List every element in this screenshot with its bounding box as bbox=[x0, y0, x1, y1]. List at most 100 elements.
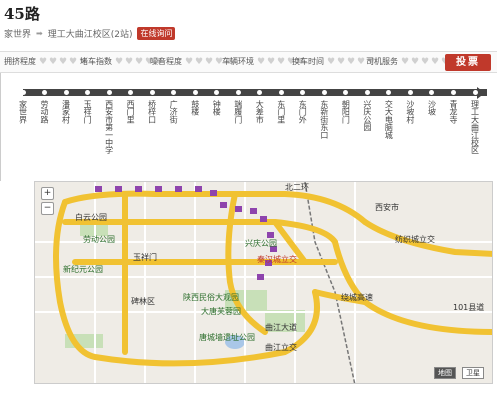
zoom-in-button[interactable]: + bbox=[41, 187, 54, 200]
rating-label: 堵车指数 bbox=[80, 57, 112, 66]
heart-icon[interactable]: ♥ bbox=[357, 57, 366, 66]
stop-name: 劳动路 bbox=[40, 100, 50, 124]
heart-icon[interactable]: ♥ bbox=[69, 57, 78, 66]
rating-label: 噪音程度 bbox=[150, 57, 182, 66]
rating-label: 换车时间 bbox=[292, 57, 324, 66]
heart-icon[interactable]: ♥ bbox=[49, 57, 58, 66]
stop-item[interactable]: 劳动路 bbox=[38, 90, 52, 123]
stop-name: 朝阳门 bbox=[341, 100, 351, 124]
map-label: 101县道 bbox=[453, 303, 485, 312]
heart-icon[interactable]: ♥ bbox=[347, 57, 356, 66]
stop-dot-icon bbox=[85, 90, 91, 95]
stop-dot-icon bbox=[149, 90, 155, 95]
stop-item[interactable]: 青龙寺 bbox=[446, 90, 460, 123]
stop-dot-icon bbox=[171, 90, 177, 95]
stop-item[interactable]: 沙坡 bbox=[425, 90, 439, 115]
stop-dot-icon bbox=[429, 90, 435, 95]
heart-icon[interactable]: ♥ bbox=[115, 57, 124, 66]
stop-item[interactable]: 鼓楼 bbox=[188, 90, 202, 115]
arrow-right-icon: ➡ bbox=[36, 29, 43, 38]
map-label: 玉祥门 bbox=[133, 253, 157, 262]
map-label: 唐城墙遗址公园 bbox=[199, 333, 255, 342]
heart-icon[interactable]: ♥ bbox=[135, 57, 144, 66]
route-to: 理工大曲江校区(2站) bbox=[47, 30, 133, 40]
stop-item[interactable]: 西安市第一中学 bbox=[102, 90, 116, 154]
heart-icon[interactable]: ♥ bbox=[257, 57, 266, 66]
stop-item[interactable]: 大差市 bbox=[253, 90, 267, 123]
stop-item[interactable]: 广济街 bbox=[167, 90, 181, 123]
heart-icon[interactable]: ♥ bbox=[185, 57, 194, 66]
heart-icon[interactable]: ♥ bbox=[421, 57, 430, 66]
stop-item[interactable]: 家世界 bbox=[16, 90, 30, 123]
stop-item[interactable]: 西门里 bbox=[124, 90, 138, 123]
map-label: 大唐芙蓉园 bbox=[201, 307, 241, 316]
map-label: 北二环 bbox=[285, 183, 309, 192]
stop-dot-icon bbox=[42, 90, 48, 95]
heart-icon[interactable]: ♥ bbox=[205, 57, 214, 66]
stop-dot-icon bbox=[321, 90, 327, 95]
stop-name: 西门里 bbox=[126, 100, 136, 124]
heart-icon[interactable]: ♥ bbox=[337, 57, 346, 66]
route-map[interactable]: + − 白云公园 劳动公园 新纪元公园 玉祥门 碑林区 陕西民俗大观园 大唐芙蓉… bbox=[34, 181, 493, 384]
stop-item[interactable]: 东新街东口 bbox=[317, 90, 331, 139]
map-label: 陕西民俗大观园 bbox=[183, 293, 239, 302]
stop-item[interactable]: 桥梓口 bbox=[145, 90, 159, 123]
heart-icon[interactable]: ♥ bbox=[431, 57, 440, 66]
stop-dot-icon bbox=[128, 90, 134, 95]
online-inquiry-badge[interactable]: 在线询问 bbox=[137, 27, 176, 40]
stop-dot-icon bbox=[450, 90, 456, 95]
stop-item[interactable]: 沙坡村 bbox=[403, 90, 417, 123]
stop-name: 端履门 bbox=[233, 100, 243, 124]
heart-icon[interactable]: ♥ bbox=[125, 57, 134, 66]
major-roads bbox=[53, 190, 492, 367]
map-label: 兴庆公园 bbox=[245, 239, 277, 248]
vote-button[interactable]: 投票 bbox=[445, 54, 491, 71]
map-label: 纺织城立交 bbox=[395, 235, 435, 244]
stop-item[interactable]: 东门里 bbox=[274, 90, 288, 123]
map-label: 西安市 bbox=[375, 203, 399, 212]
stop-item[interactable]: 交大电脑城 bbox=[382, 90, 396, 139]
map-label: 新纪元公园 bbox=[63, 265, 103, 274]
stop-item[interactable]: 理工大曲江校区 bbox=[468, 90, 482, 154]
stop-dot-icon bbox=[343, 90, 349, 95]
heart-icon[interactable]: ♥ bbox=[411, 57, 420, 66]
map-label: 劳动公园 bbox=[83, 235, 115, 244]
heart-icon[interactable]: ♥ bbox=[39, 57, 48, 66]
heart-icon[interactable]: ♥ bbox=[277, 57, 286, 66]
heart-icon[interactable]: ♥ bbox=[267, 57, 276, 66]
stop-name: 交大电脑城 bbox=[384, 100, 394, 139]
route-direction: 家世界 ➡ 理工大曲江校区(2站) 在线询问 bbox=[4, 27, 176, 40]
route-from: 家世界 bbox=[4, 30, 32, 40]
stop-dot-icon bbox=[257, 90, 263, 95]
stop-name: 桥梓口 bbox=[147, 100, 157, 124]
map-type-map-button[interactable]: 地图 bbox=[434, 367, 456, 379]
stop-dot-icon bbox=[214, 90, 220, 95]
stop-item[interactable]: 兴庆公园 bbox=[360, 90, 374, 131]
heart-icon[interactable]: ♥ bbox=[195, 57, 204, 66]
stop-item[interactable]: 钟楼 bbox=[210, 90, 224, 115]
stop-name: 大差市 bbox=[255, 100, 265, 124]
heart-rating[interactable]: ♥♥♥♥♥ bbox=[401, 57, 450, 66]
stop-name: 沙坡 bbox=[427, 100, 437, 116]
stop-item[interactable]: 东门外 bbox=[296, 90, 310, 123]
rating-transfer-time: 换车时间 ♥ ♥ ♥ ♥ ♥ bbox=[292, 56, 376, 67]
stop-item[interactable]: 朝阳门 bbox=[339, 90, 353, 123]
stop-name: 玉祥门 bbox=[83, 100, 93, 124]
stop-dot-icon bbox=[235, 90, 241, 95]
stop-dot-icon bbox=[63, 90, 69, 95]
stop-item[interactable]: 端履门 bbox=[231, 90, 245, 123]
stop-name: 西安市第一中学 bbox=[104, 100, 114, 154]
route-title: 45路 bbox=[4, 5, 40, 23]
stop-name: 青龙寺 bbox=[448, 100, 458, 124]
stop-item[interactable]: 潘家村 bbox=[59, 90, 73, 123]
heart-icon[interactable]: ♥ bbox=[327, 57, 336, 66]
map-type-satellite-button[interactable]: 卫星 bbox=[462, 367, 484, 379]
stop-item[interactable]: 玉祥门 bbox=[81, 90, 95, 123]
heart-icon[interactable]: ♥ bbox=[59, 57, 68, 66]
stop-name: 东门外 bbox=[298, 100, 308, 124]
rating-driver: 司机服务 ♥♥♥♥♥ bbox=[366, 56, 450, 67]
stop-dot-icon bbox=[300, 90, 306, 95]
heart-icon[interactable]: ♥ bbox=[401, 57, 410, 66]
stop-name: 鼓楼 bbox=[190, 100, 200, 116]
zoom-out-button[interactable]: − bbox=[41, 202, 54, 215]
